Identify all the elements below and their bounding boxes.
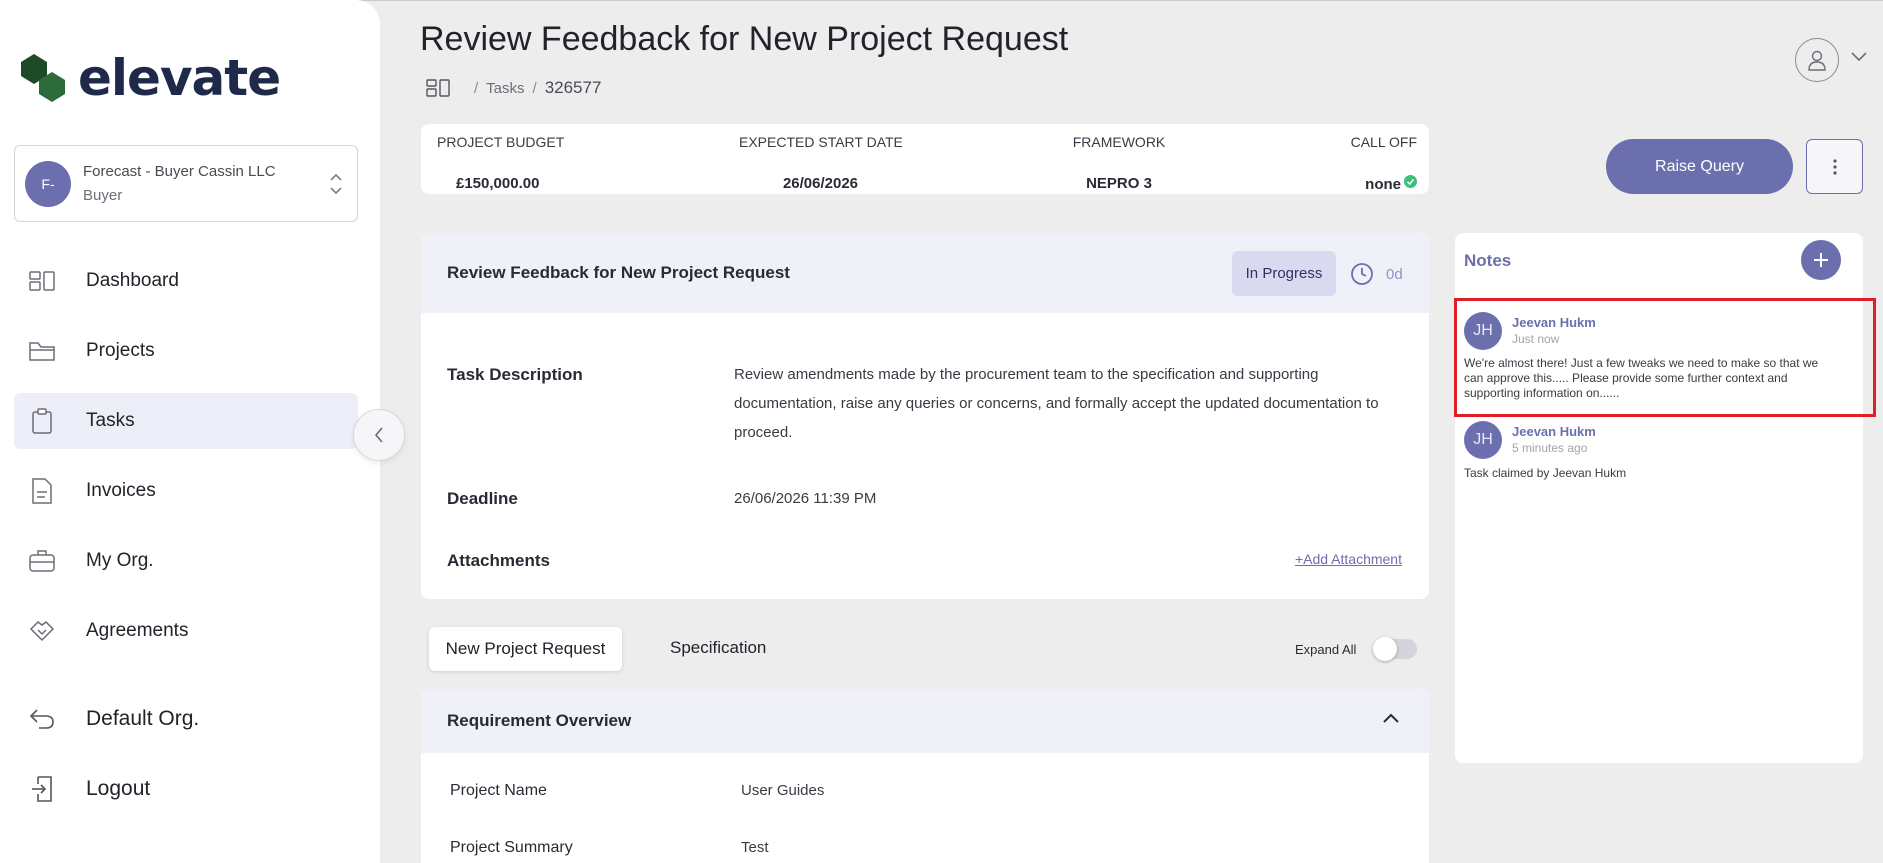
add-note-button[interactable] <box>1801 240 1841 280</box>
document-icon <box>28 477 56 505</box>
nav-label: Agreements <box>86 620 189 641</box>
nav-label: Tasks <box>86 410 135 431</box>
status-badge: In Progress <box>1232 251 1336 296</box>
org-role: Buyer <box>83 186 123 204</box>
nav-item-tasks[interactable]: Tasks <box>14 393 358 449</box>
nav-label: Dashboard <box>86 270 179 291</box>
page-title: Review Feedback for New Project Request <box>420 20 1069 58</box>
requirement-overview-card: Requirement Overview Project Name User G… <box>421 689 1429 863</box>
user-icon <box>1808 50 1826 71</box>
task-description-label: Task Description <box>447 365 583 384</box>
toggle-knob <box>1373 637 1397 661</box>
nav-item-logout[interactable]: Logout <box>14 761 358 817</box>
handshake-icon <box>28 617 56 645</box>
chevron-down-icon[interactable] <box>1851 52 1867 62</box>
task-card-header: Review Feedback for New Project Request … <box>421 233 1429 313</box>
raise-query-button[interactable]: Raise Query <box>1606 139 1793 194</box>
check-circle-icon <box>1404 175 1417 188</box>
brand-name: elevate <box>78 49 281 107</box>
nav-label: Logout <box>86 777 151 800</box>
requirement-overview-title: Requirement Overview <box>447 711 632 730</box>
clipboard-icon <box>28 407 56 435</box>
deadline-label: Deadline <box>447 489 518 508</box>
nav-item-default-org[interactable]: Default Org. <box>14 691 358 747</box>
elevate-logo-icon <box>21 54 65 102</box>
note-text: We're almost there! Just a few tweaks we… <box>1464 356 1819 400</box>
nav-item-projects[interactable]: Projects <box>14 323 358 379</box>
nav-item-agreements[interactable]: Agreements <box>14 603 358 659</box>
task-card: Review Feedback for New Project Request … <box>421 233 1429 599</box>
expand-all-label: Expand All <box>1295 642 1357 657</box>
task-title: Review Feedback for New Project Request <box>447 263 790 282</box>
nav-item-dashboard[interactable]: Dashboard <box>14 253 358 309</box>
tab-specification[interactable]: Specification <box>670 638 766 658</box>
clock-icon <box>1351 263 1373 285</box>
call-off-value: none <box>1365 176 1401 193</box>
note-time: 5 minutes ago <box>1512 441 1588 455</box>
sidebar: elevate F- Forecast - Buyer Cassin LLC B… <box>0 0 380 863</box>
start-date-label: EXPECTED START DATE <box>739 134 903 150</box>
note-text: Task claimed by Jeevan Hukm <box>1464 466 1627 480</box>
user-menu-button[interactable] <box>1795 38 1839 82</box>
breadcrumb-separator: / <box>532 79 537 97</box>
org-switcher[interactable]: F- Forecast - Buyer Cassin LLC Buyer <box>14 145 358 222</box>
nav-item-my-org[interactable]: My Org. <box>14 533 358 589</box>
budget-value: £150,000.00 <box>456 175 540 192</box>
nav-label: Projects <box>86 340 155 361</box>
elapsed-days: 0d <box>1386 265 1403 283</box>
logout-icon <box>28 775 56 803</box>
collapse-sidebar-button[interactable] <box>353 409 405 461</box>
project-summary-label: Project Summary <box>450 839 573 856</box>
framework-value: NEPRO 3 <box>1086 175 1152 192</box>
folder-icon <box>28 337 56 365</box>
breadcrumb-tasks-link[interactable]: Tasks <box>486 80 524 97</box>
task-description-text: Review amendments made by the procuremen… <box>734 366 1379 441</box>
tab-new-project-request[interactable]: New Project Request <box>429 627 622 671</box>
dashboard-icon[interactable] <box>426 79 450 97</box>
notes-title: Notes <box>1464 251 1512 270</box>
org-name: Forecast - Buyer Cassin LLC <box>83 162 276 180</box>
brand-logo[interactable]: elevate <box>20 49 281 107</box>
note-time: Just now <box>1512 332 1560 346</box>
return-arrow-icon <box>28 705 56 733</box>
requirement-overview-header[interactable]: Requirement Overview <box>421 689 1429 753</box>
nav-label: Invoices <box>86 480 156 501</box>
notes-panel: Notes JH Jeevan Hukm Just now We're almo… <box>1455 233 1863 763</box>
plus-icon <box>1814 253 1828 267</box>
chevron-up-down-icon <box>330 173 342 195</box>
chevron-left-icon <box>374 427 383 443</box>
note-avatar: JH <box>1464 312 1502 350</box>
expand-all-toggle[interactable] <box>1373 637 1417 661</box>
add-attachment-link[interactable]: +Add Attachment <box>1295 551 1402 567</box>
project-summary-value: Test <box>741 839 769 856</box>
framework-label: FRAMEWORK <box>1072 134 1166 150</box>
breadcrumb-separator: / <box>474 79 479 97</box>
project-name-label: Project Name <box>450 782 547 799</box>
deadline-value: 26/06/2026 11:39 PM <box>734 490 877 507</box>
nav-label: My Org. <box>86 550 154 571</box>
more-options-button[interactable] <box>1806 139 1863 194</box>
attachments-label: Attachments <box>447 551 550 570</box>
dashboard-icon <box>28 267 56 295</box>
project-info-bar: PROJECT BUDGET £150,000.00 EXPECTED STAR… <box>421 124 1429 194</box>
main-nav: Dashboard Projects Tasks Invoices My Org… <box>14 253 358 673</box>
project-name-value: User Guides <box>741 782 825 799</box>
bottom-nav: Default Org. Logout <box>14 691 358 831</box>
nav-label: Default Org. <box>86 707 200 730</box>
call-off-label: CALL OFF <box>1350 134 1417 150</box>
vertical-dots-icon <box>1832 158 1837 175</box>
chevron-up-icon[interactable] <box>1383 713 1399 723</box>
note-avatar: JH <box>1464 421 1502 459</box>
note-author: Jeevan Hukm <box>1512 315 1596 330</box>
start-date-value: 26/06/2026 <box>782 175 859 192</box>
breadcrumb-task-id: 326577 <box>544 78 602 97</box>
budget-label: PROJECT BUDGET <box>437 134 565 150</box>
nav-item-invoices[interactable]: Invoices <box>14 463 358 519</box>
org-avatar: F- <box>25 160 71 207</box>
breadcrumb: / Tasks / 326577 <box>426 78 601 98</box>
briefcase-icon <box>28 547 56 575</box>
note-author: Jeevan Hukm <box>1512 424 1596 439</box>
